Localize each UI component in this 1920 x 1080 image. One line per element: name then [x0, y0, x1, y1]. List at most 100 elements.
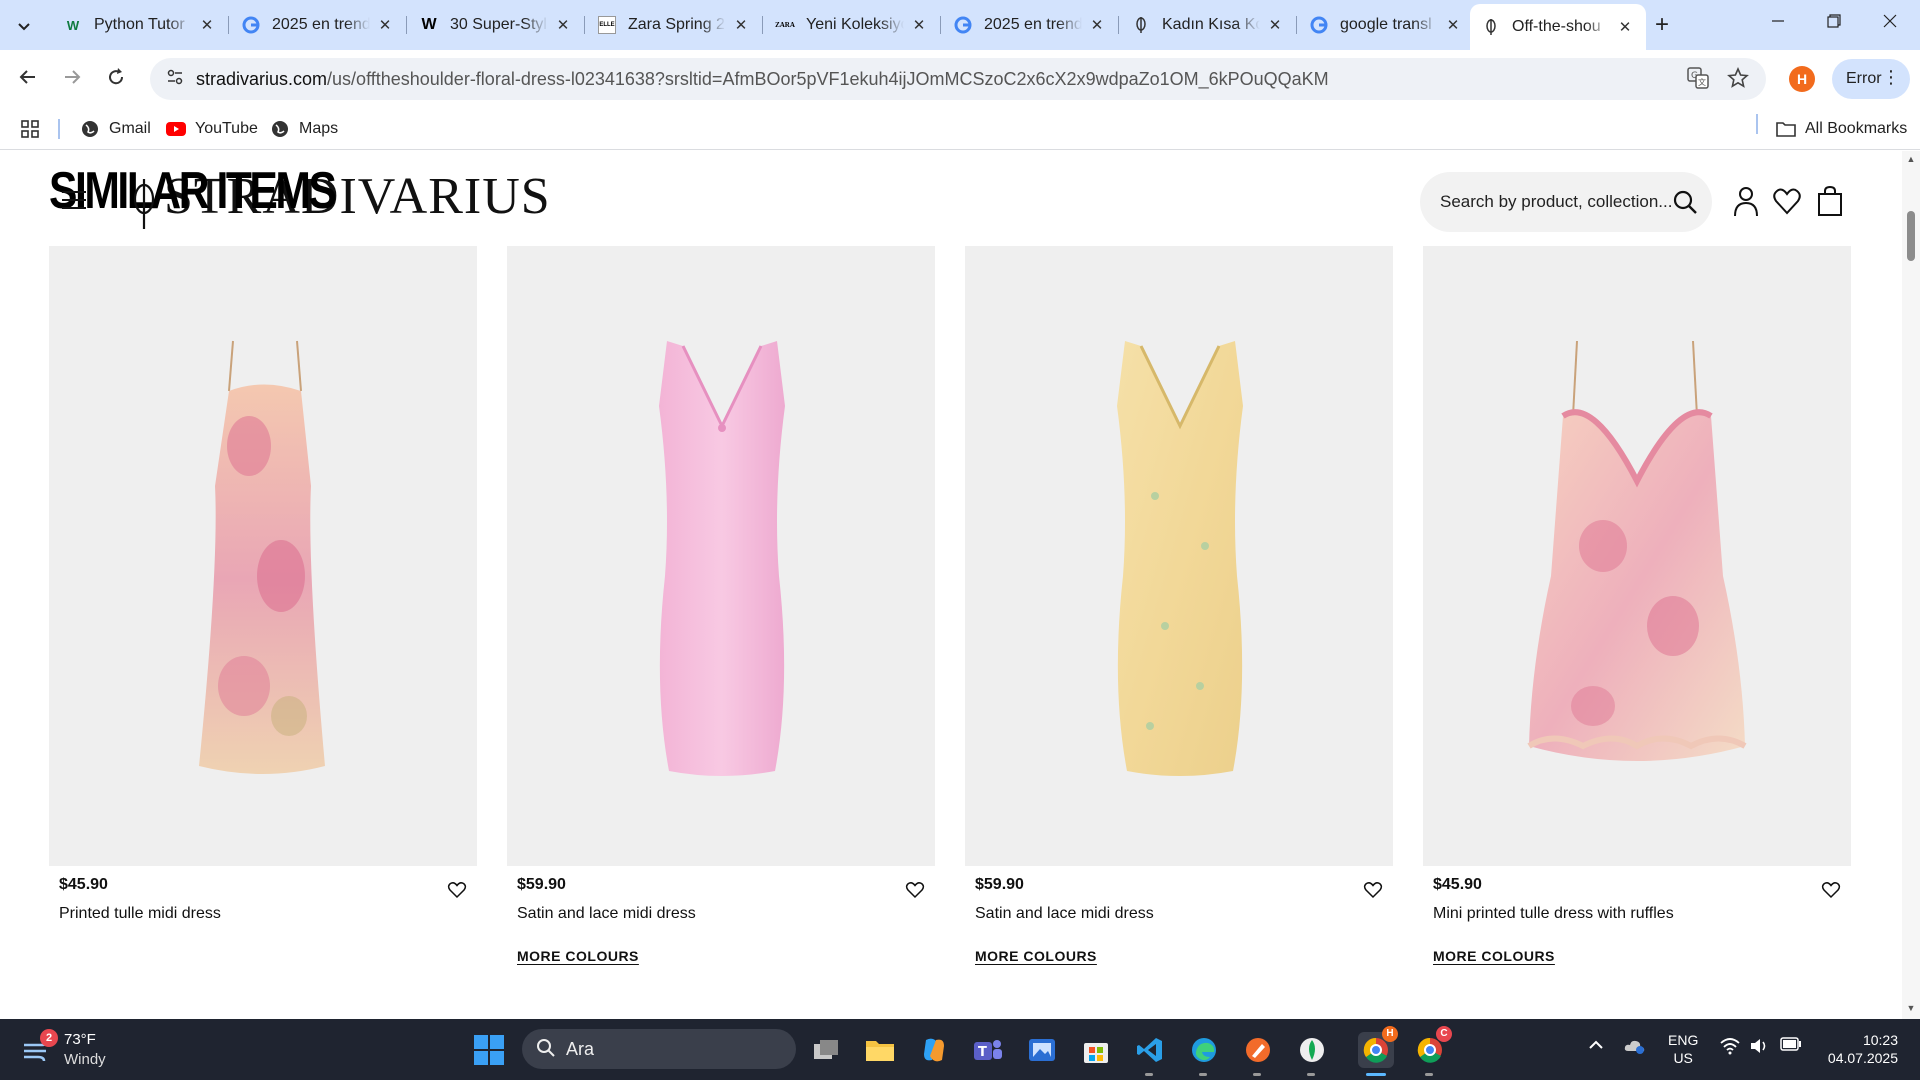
- profile-avatar[interactable]: H: [1789, 66, 1815, 92]
- forward-button[interactable]: [56, 64, 88, 96]
- tab-title: google transl: [1340, 16, 1432, 33]
- microsoft-store-icon[interactable]: [1078, 1032, 1114, 1068]
- tab-title: 2025 en trend: [272, 16, 370, 33]
- reload-button[interactable]: [100, 64, 132, 96]
- close-icon[interactable]: ✕: [910, 16, 928, 34]
- heart-icon[interactable]: [1821, 880, 1841, 900]
- heart-icon[interactable]: [905, 880, 925, 900]
- product-card[interactable]: $45.90 Mini printed tulle dress with ruf…: [1423, 246, 1851, 964]
- start-button[interactable]: [474, 1035, 504, 1065]
- product-image[interactable]: [965, 246, 1393, 866]
- kebab-menu-icon[interactable]: ⋮: [1882, 67, 1900, 88]
- arrow-left-icon: [19, 70, 35, 84]
- tab-zara-spring[interactable]: ELLE Zara Spring 2 ✕: [586, 8, 763, 42]
- chrome-profile-h-icon[interactable]: H: [1358, 1026, 1398, 1076]
- file-explorer-icon[interactable]: [862, 1032, 898, 1068]
- hamburger-menu-icon[interactable]: [62, 191, 86, 209]
- photos-icon[interactable]: [1024, 1032, 1060, 1068]
- scroll-down-icon[interactable]: ▼: [1906, 1003, 1916, 1013]
- apps-button[interactable]: [20, 117, 49, 141]
- heart-icon[interactable]: [1363, 880, 1383, 900]
- close-icon[interactable]: ✕: [732, 16, 750, 34]
- chrome-profile-c-icon[interactable]: C: [1412, 1026, 1452, 1076]
- product-card[interactable]: $59.90 Satin and lace midi dress MORE CO…: [507, 246, 935, 964]
- w-favicon-icon: W: [421, 16, 437, 33]
- close-icon[interactable]: ✕: [1444, 16, 1462, 34]
- new-tab-button[interactable]: +: [1648, 12, 1676, 40]
- product-search-input[interactable]: Search by product, collection...: [1420, 172, 1712, 232]
- back-button[interactable]: [12, 64, 44, 96]
- vscode-icon[interactable]: [1132, 1032, 1168, 1076]
- taskbar-search[interactable]: Ara: [522, 1029, 796, 1069]
- taskbar-search-text: Ara: [566, 1039, 595, 1059]
- teams-icon[interactable]: T: [970, 1032, 1006, 1068]
- stradivarius-logo-icon[interactable]: [129, 175, 159, 231]
- weather-widget[interactable]: 2 73°F Windy: [22, 1029, 142, 1071]
- tab-kadin-kisa[interactable]: Kadın Kısa Ko ✕: [1120, 8, 1297, 42]
- battery-icon[interactable]: [1780, 1037, 1802, 1056]
- tab-search-button[interactable]: [10, 12, 38, 40]
- site-info-icon[interactable]: [164, 68, 186, 90]
- edge-icon[interactable]: [1186, 1032, 1222, 1076]
- tab-super-stylish[interactable]: W 30 Super-Styl ✕: [408, 8, 585, 42]
- paint-icon[interactable]: [1240, 1032, 1276, 1076]
- scroll-up-icon[interactable]: ▲: [1906, 154, 1916, 164]
- close-icon[interactable]: ✕: [554, 16, 572, 34]
- bookmark-maps[interactable]: Maps: [270, 117, 338, 141]
- tab-google-translate[interactable]: google transl ✕: [1298, 8, 1474, 42]
- bookmark-star-icon[interactable]: [1726, 66, 1750, 91]
- user-account-icon[interactable]: [1731, 185, 1761, 217]
- search-icon[interactable]: [1672, 189, 1698, 215]
- url-text[interactable]: stradivarius.com/us/offtheshoulder-flora…: [196, 69, 1329, 90]
- translate-icon[interactable]: G文: [1686, 67, 1710, 91]
- input-language-indicator[interactable]: ENG US: [1668, 1031, 1698, 1067]
- tab-google-trend-1[interactable]: 2025 en trend ✕: [230, 8, 407, 42]
- show-hidden-icons-chevron-up-icon[interactable]: [1588, 1037, 1604, 1058]
- onedrive-sync-icon[interactable]: [1624, 1037, 1646, 1060]
- error-chip-button[interactable]: Error ⋮: [1832, 59, 1910, 99]
- product-name[interactable]: Printed tulle midi dress: [59, 905, 221, 923]
- task-view-icon[interactable]: [808, 1032, 844, 1068]
- product-image[interactable]: [49, 246, 477, 866]
- wishlist-heart-icon[interactable]: [1772, 185, 1802, 217]
- all-bookmarks-label: All Bookmarks: [1805, 120, 1908, 137]
- tab-off-the-shoulder-active[interactable]: Off-the-shou ✕: [1470, 4, 1646, 50]
- wifi-icon[interactable]: [1720, 1037, 1740, 1060]
- close-icon[interactable]: ✕: [1616, 18, 1634, 36]
- volume-icon[interactable]: [1750, 1037, 1770, 1060]
- close-icon[interactable]: ✕: [1088, 16, 1106, 34]
- shopping-bag-icon[interactable]: [1815, 185, 1845, 217]
- address-bar[interactable]: stradivarius.com/us/offtheshoulder-flora…: [150, 58, 1766, 100]
- more-colours-link[interactable]: MORE COLOURS: [517, 948, 639, 964]
- bookmark-youtube[interactable]: YouTube: [166, 117, 258, 141]
- close-icon[interactable]: ✕: [376, 16, 394, 34]
- heart-icon[interactable]: [447, 880, 467, 900]
- system-clock[interactable]: 10:23 04.07.2025: [1820, 1031, 1898, 1067]
- product-image[interactable]: [1423, 246, 1851, 866]
- close-window-button[interactable]: [1870, 8, 1910, 40]
- copilot-icon[interactable]: [916, 1032, 952, 1068]
- product-name[interactable]: Satin and lace midi dress: [517, 905, 696, 923]
- product-name[interactable]: Mini printed tulle dress with ruffles: [1433, 905, 1674, 923]
- language-code: ENG: [1668, 1032, 1699, 1048]
- more-colours-link[interactable]: MORE COLOURS: [1433, 948, 1555, 964]
- product-card[interactable]: $59.90 Satin and lace midi dress MORE CO…: [965, 246, 1393, 964]
- restore-button[interactable]: [1814, 8, 1854, 40]
- tab-python-tutor[interactable]: W Python Tutor ✕: [52, 8, 229, 42]
- tab-yeni-koleksiyon[interactable]: ZARA Yeni Koleksiyo ✕: [764, 8, 941, 42]
- product-name[interactable]: Satin and lace midi dress: [975, 905, 1154, 923]
- scroll-thumb[interactable]: [1907, 211, 1915, 261]
- minimize-button[interactable]: [1758, 8, 1798, 40]
- mongodb-compass-icon[interactable]: [1294, 1032, 1330, 1076]
- bookmark-gmail[interactable]: Gmail: [80, 117, 151, 141]
- close-icon[interactable]: ✕: [1266, 16, 1284, 34]
- tab-title: Kadın Kısa Ko: [1162, 16, 1260, 33]
- close-icon[interactable]: ✕: [198, 16, 216, 34]
- all-bookmarks-button[interactable]: All Bookmarks: [1776, 117, 1907, 141]
- tab-google-trend-2[interactable]: 2025 en trend ✕: [942, 8, 1119, 42]
- product-image[interactable]: [507, 246, 935, 866]
- product-card[interactable]: $45.90 Printed tulle midi dress: [49, 246, 477, 922]
- tab-title: 2025 en trend: [984, 16, 1082, 33]
- page-scrollbar[interactable]: ▲ ▼: [1902, 151, 1920, 1019]
- more-colours-link[interactable]: MORE COLOURS: [975, 948, 1097, 964]
